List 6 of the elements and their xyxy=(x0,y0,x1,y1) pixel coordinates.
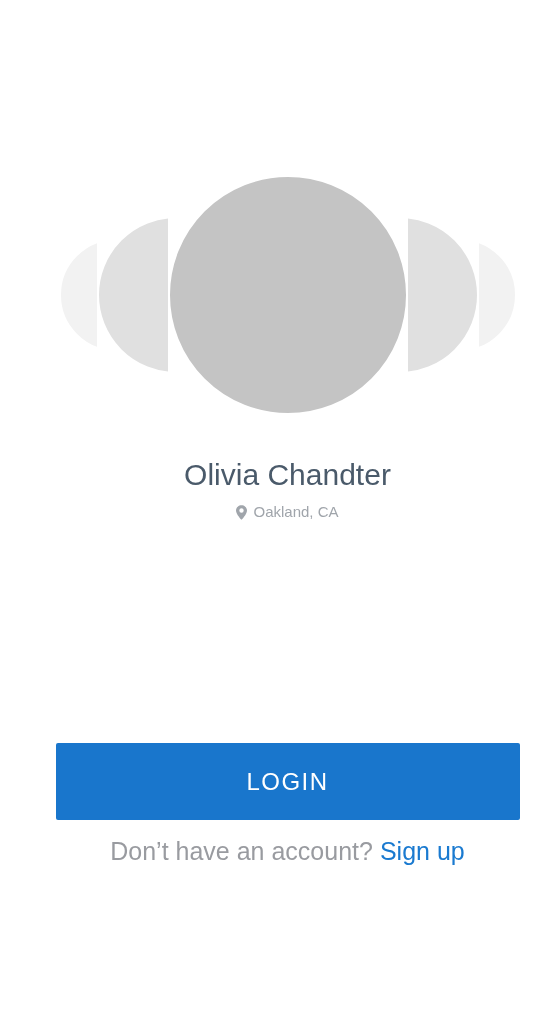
location-pin-icon xyxy=(236,504,248,520)
signup-link[interactable]: Sign up xyxy=(379,837,465,865)
signup-prompt: Don’t have an account? xyxy=(110,837,373,865)
location-text: Oakland, CA xyxy=(253,502,339,522)
profile-name: Olivia Chandter xyxy=(184,457,391,493)
login-button[interactable]: LOGIN xyxy=(55,743,520,820)
